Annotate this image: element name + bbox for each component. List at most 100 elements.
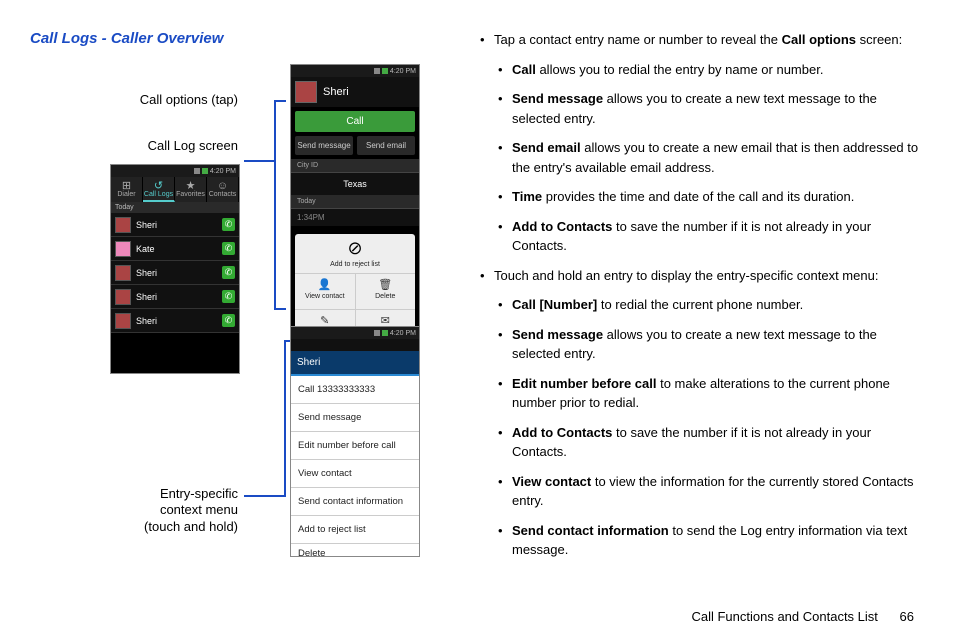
view-contact-button[interactable]: 👤View contact: [295, 274, 356, 309]
phone-context-menu: 4:20 PM Sheri Call 13333333333 Send mess…: [290, 326, 420, 557]
t: Call: [512, 62, 536, 77]
call-icon[interactable]: ✆: [222, 314, 235, 327]
tab-label: Favorites: [176, 191, 205, 198]
tab-dialer[interactable]: ⊞Dialer: [111, 177, 143, 202]
call-icon[interactable]: ✆: [222, 218, 235, 231]
label-context-menu: Entry-specific context menu (touch and h…: [78, 486, 238, 535]
list-item: Call [Number] to redial the current phon…: [498, 295, 920, 315]
label-call-options: Call options (tap): [78, 92, 238, 107]
status-bar: 4:20 PM: [291, 327, 419, 339]
t: Send message: [512, 91, 603, 106]
battery-icon: [202, 168, 208, 174]
label-ctx-l2: context menu: [160, 502, 238, 517]
popup-item[interactable]: ⊘ Add to reject list: [295, 238, 415, 273]
popup-label: Delete: [356, 291, 416, 305]
page-footer: Call Functions and Contacts List 66: [691, 609, 914, 624]
log-name: Sheri: [136, 292, 222, 302]
ctx-item-call[interactable]: Call 13333333333: [291, 376, 419, 404]
tab-favorites[interactable]: ★Favorites: [175, 177, 207, 202]
connector: [284, 340, 286, 497]
log-name: Sheri: [136, 316, 222, 326]
list-item: Send contact information to send the Log…: [498, 521, 920, 560]
list-item: Call allows you to redial the entry by n…: [498, 60, 920, 80]
list-item: Add to Contacts to save the number if it…: [498, 423, 920, 462]
connector: [274, 308, 286, 310]
footer-text: Call Functions and Contacts List: [691, 609, 877, 624]
ctx-item-view-contact[interactable]: View contact: [291, 460, 419, 488]
contacts-icon: ☺: [207, 181, 238, 191]
label-call-log-screen: Call Log screen: [78, 138, 238, 153]
status-bar: 4:20 PM: [111, 165, 239, 177]
label-ctx-l3: (touch and hold): [144, 519, 238, 534]
connector: [244, 160, 274, 162]
list-item: Time provides the time and date of the c…: [498, 187, 920, 207]
call-button[interactable]: Call: [295, 111, 415, 132]
ctx-item-send-message[interactable]: Send message: [291, 404, 419, 432]
ctx-item-add-reject[interactable]: Add to reject list: [291, 516, 419, 544]
t: Tap a contact entry name or number to re…: [494, 32, 782, 47]
signal-icon: [374, 330, 380, 336]
info-label: City ID: [291, 159, 419, 173]
connector: [274, 100, 276, 310]
context-menu-header: Sheri: [291, 351, 419, 376]
ctx-item-send-contact-info[interactable]: Send contact information: [291, 488, 419, 516]
log-name: Sheri: [136, 220, 222, 230]
list-item: Send message allows you to create a new …: [498, 325, 920, 364]
t: Touch and hold an entry to display the e…: [494, 268, 878, 283]
t: screen:: [856, 32, 902, 47]
call-icon[interactable]: ✆: [222, 242, 235, 255]
dim-area: [291, 339, 419, 351]
call-icon[interactable]: ✆: [222, 266, 235, 279]
ctx-item-edit-number[interactable]: Edit number before call: [291, 432, 419, 460]
page-number: 66: [900, 609, 914, 624]
signal-icon: [374, 68, 380, 74]
avatar: [295, 81, 317, 103]
tab-bar: ⊞Dialer ↺Call Logs ★Favorites ☺Contacts: [111, 177, 239, 202]
calllogs-icon: ↺: [143, 181, 174, 191]
status-time: 4:20 PM: [390, 330, 416, 337]
t: Send message: [512, 327, 603, 342]
list-item: Send message allows you to create a new …: [498, 89, 920, 128]
t: provides the time and date of the call a…: [542, 189, 854, 204]
log-name: Kate: [136, 244, 222, 254]
log-row[interactable]: Kate✆: [111, 237, 239, 261]
reject-icon: ⊘: [295, 238, 415, 259]
favorites-icon: ★: [175, 181, 206, 191]
tab-label: Dialer: [117, 191, 135, 198]
send-email-button[interactable]: Send email: [357, 136, 415, 155]
log-row[interactable]: Sheri✆: [111, 261, 239, 285]
t: Send email: [512, 140, 581, 155]
list-item: Tap a contact entry name or number to re…: [480, 30, 920, 50]
popup-label: View contact: [295, 291, 355, 305]
log-row[interactable]: Sheri✆: [111, 309, 239, 333]
avatar: [115, 265, 131, 281]
avatar: [115, 289, 131, 305]
tab-contacts[interactable]: ☺Contacts: [207, 177, 239, 202]
tab-label: Contacts: [209, 191, 237, 198]
person-icon: 👤: [295, 278, 355, 291]
call-icon[interactable]: ✆: [222, 290, 235, 303]
instructions: Tap a contact entry name or number to re…: [480, 30, 920, 570]
avatar: [115, 313, 131, 329]
t: Send contact information: [512, 523, 669, 538]
log-row[interactable]: Sheri✆: [111, 285, 239, 309]
list-item: Send email allows you to create a new em…: [498, 138, 920, 177]
info-label: Today: [291, 195, 419, 209]
status-time: 4:20 PM: [390, 68, 416, 75]
avatar: [115, 241, 131, 257]
avatar: [115, 217, 131, 233]
send-message-button[interactable]: Send message: [295, 136, 353, 155]
contact-header: Sheri: [291, 77, 419, 107]
t: Call [Number]: [512, 297, 597, 312]
day-header: Today: [111, 202, 239, 213]
log-name: Sheri: [136, 268, 222, 278]
log-row[interactable]: Sheri✆: [111, 213, 239, 237]
list-item: Edit number before call to make alterati…: [498, 374, 920, 413]
connector: [244, 495, 286, 497]
info-value: Texas: [291, 173, 419, 195]
tab-calllogs[interactable]: ↺Call Logs: [143, 177, 175, 202]
label-ctx-l1: Entry-specific: [160, 486, 238, 501]
ctx-item-delete[interactable]: Delete: [291, 544, 419, 556]
t: Add to Contacts: [512, 219, 612, 234]
delete-button[interactable]: 🗑Delete: [356, 274, 416, 309]
